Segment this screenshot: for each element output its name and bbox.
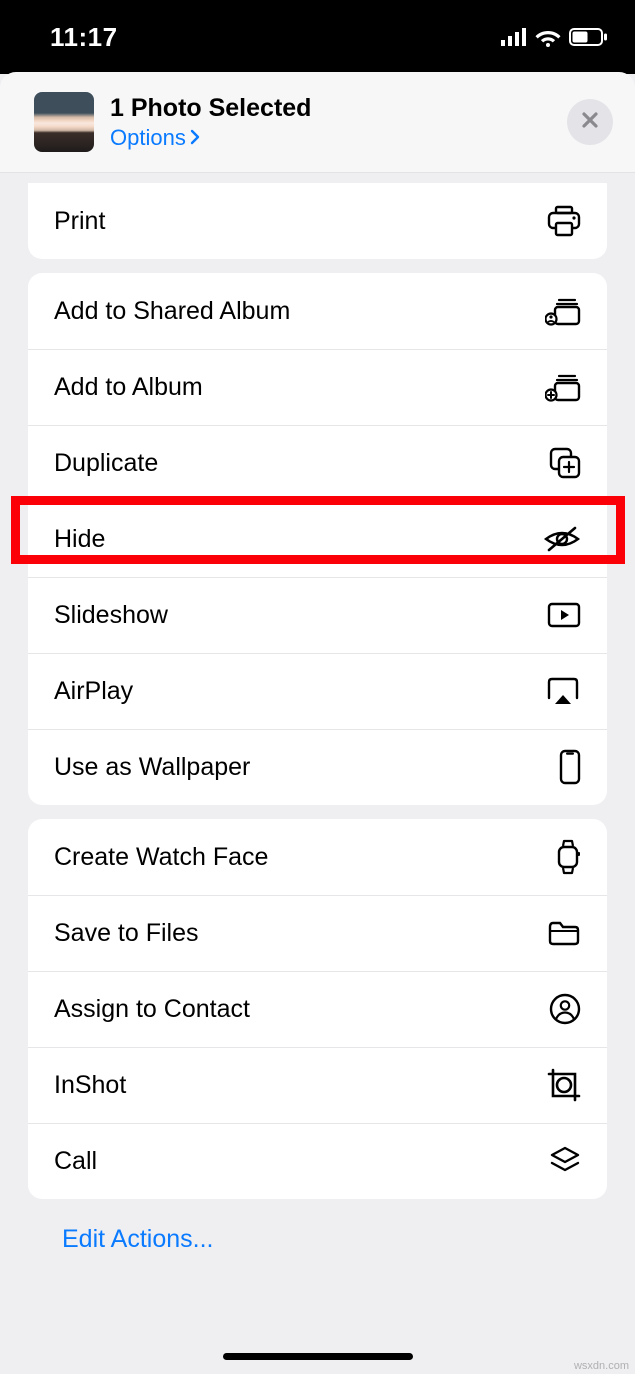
photo-thumbnail[interactable] (34, 92, 94, 152)
action-label: Assign to Contact (54, 995, 250, 1024)
action-inshot[interactable]: InShot (28, 1047, 607, 1123)
phone-icon (541, 749, 581, 785)
inshot-icon (541, 1068, 581, 1102)
add-album-icon (541, 372, 581, 402)
action-group: Add to Shared Album Add to Album Duplica… (28, 273, 607, 805)
edit-actions-link[interactable]: Edit Actions... (28, 1199, 607, 1282)
hide-icon (541, 525, 581, 553)
options-link[interactable]: Options (110, 125, 567, 151)
contact-icon (541, 993, 581, 1025)
action-label: Duplicate (54, 449, 158, 478)
shared-album-icon (541, 296, 581, 326)
action-use-as-wallpaper[interactable]: Use as Wallpaper (28, 729, 607, 805)
watermark: wsxdn.com (574, 1360, 629, 1372)
action-assign-to-contact[interactable]: Assign to Contact (28, 971, 607, 1047)
action-airplay[interactable]: AirPlay (28, 653, 607, 729)
action-label: Print (54, 207, 105, 236)
action-label: Save to Files (54, 919, 199, 948)
action-label: AirPlay (54, 677, 133, 706)
action-call[interactable]: Call (28, 1123, 607, 1199)
action-slideshow[interactable]: Slideshow (28, 577, 607, 653)
battery-icon (569, 28, 607, 46)
action-create-watch-face[interactable]: Create Watch Face (28, 819, 607, 895)
share-sheet-header: 1 Photo Selected Options (0, 72, 635, 172)
status-time: 11:17 (50, 22, 118, 53)
action-hide[interactable]: Hide (28, 501, 607, 577)
watch-icon (541, 839, 581, 875)
wifi-icon (535, 28, 561, 47)
action-label: Create Watch Face (54, 843, 268, 872)
layers-icon (541, 1145, 581, 1177)
airplay-icon (541, 676, 581, 706)
printer-icon (541, 205, 581, 237)
action-label: Slideshow (54, 601, 168, 630)
action-group: Print (28, 183, 607, 259)
action-label: Add to Album (54, 373, 203, 402)
action-label: Hide (54, 525, 105, 554)
slideshow-icon (541, 602, 581, 628)
action-add-to-shared-album[interactable]: Add to Shared Album (28, 273, 607, 349)
close-button[interactable] (567, 99, 613, 145)
duplicate-icon (541, 447, 581, 479)
cellular-icon (501, 28, 527, 46)
home-indicator[interactable] (223, 1353, 413, 1360)
header-title: 1 Photo Selected (110, 94, 567, 123)
action-label: Call (54, 1147, 97, 1176)
action-group: Create Watch Face Save to Files Assign t… (28, 819, 607, 1199)
action-label: InShot (54, 1071, 126, 1100)
action-save-to-files[interactable]: Save to Files (28, 895, 607, 971)
action-duplicate[interactable]: Duplicate (28, 425, 607, 501)
action-print[interactable]: Print (28, 183, 607, 259)
folder-icon (541, 919, 581, 947)
chevron-right-icon (190, 125, 200, 151)
status-indicators (501, 28, 607, 47)
close-icon (580, 110, 600, 135)
action-label: Use as Wallpaper (54, 753, 250, 782)
action-add-to-album[interactable]: Add to Album (28, 349, 607, 425)
status-bar: 11:17 (0, 0, 635, 74)
action-label: Add to Shared Album (54, 297, 290, 326)
